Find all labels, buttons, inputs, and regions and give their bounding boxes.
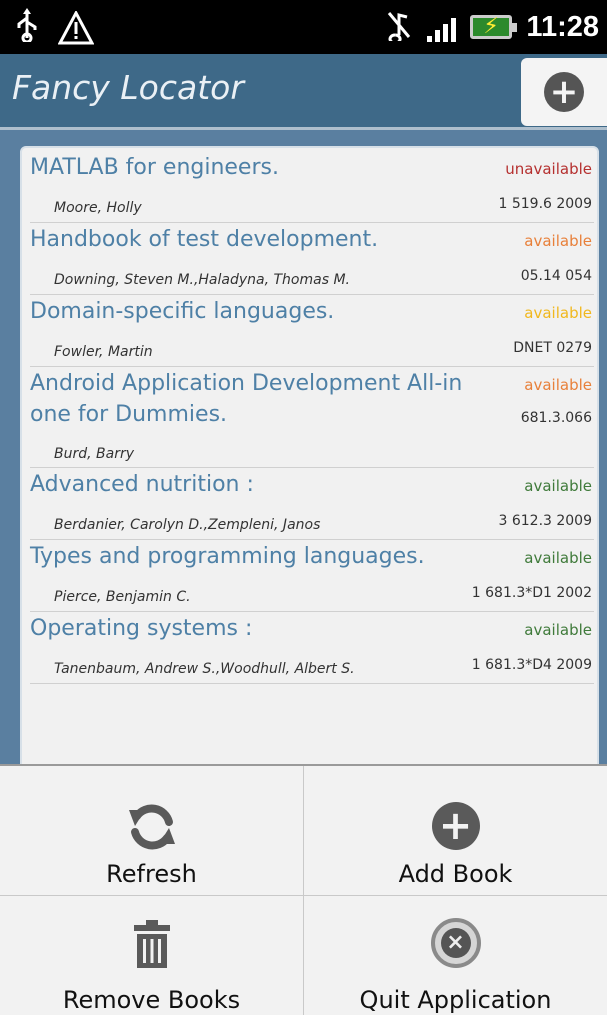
status-badge: available: [524, 477, 592, 495]
list-item[interactable]: Android Application Development All-in o…: [30, 368, 594, 468]
book-author: Fowler, Martin: [54, 344, 153, 360]
remove-books-button[interactable]: Remove Books: [0, 896, 303, 1015]
book-author: Burd, Barry: [54, 446, 135, 462]
call-number: 3 612.3 2009: [498, 513, 592, 529]
book-list[interactable]: MATLAB for engineers. unavailable Moore,…: [20, 146, 599, 786]
call-number: 1 681.3*D4 2009: [471, 657, 592, 673]
status-badge: available: [524, 304, 592, 322]
action-bar: Fancy Locator +: [0, 54, 607, 130]
list-item[interactable]: Operating systems : available Tanenbaum,…: [30, 613, 594, 684]
call-number: 1 519.6 2009: [498, 196, 592, 212]
book-title: Advanced nutrition :: [30, 472, 254, 497]
usb-icon: [14, 8, 40, 51]
book-author: Moore, Holly: [54, 200, 142, 216]
quit-application-button[interactable]: × Quit Application: [304, 896, 607, 1015]
plus-circle-icon: +: [544, 72, 584, 112]
close-circle-icon: ×: [430, 918, 481, 968]
warning-icon: [57, 9, 95, 49]
call-number: 05.14 054: [520, 268, 592, 284]
book-title: Types and programming languages.: [30, 544, 425, 569]
mute-icon: [385, 9, 413, 45]
call-number: 1 681.3*D1 2002: [471, 585, 592, 601]
status-bar: ⚡ 11:28: [0, 0, 607, 54]
options-menu: Refresh + Add Book Remove Books × Quit A…: [0, 764, 607, 1015]
book-author: Tanenbaum, Andrew S.,Woodhull, Albert S.: [54, 661, 355, 677]
status-badge: available: [524, 549, 592, 567]
battery-icon: ⚡: [470, 14, 518, 39]
add-book-button[interactable]: + Add Book: [304, 766, 607, 890]
menu-item-label: Quit Application: [359, 986, 552, 1014]
book-title: MATLAB for engineers.: [30, 155, 279, 180]
list-item[interactable]: Types and programming languages. availab…: [30, 541, 594, 612]
call-number: 681.3.066: [520, 410, 592, 426]
book-title: Handbook of test development.: [30, 227, 379, 252]
status-badge: available: [524, 232, 592, 250]
list-item[interactable]: Handbook of test development. available …: [30, 224, 594, 295]
status-badge: unavailable: [505, 160, 592, 178]
menu-item-label: Remove Books: [62, 986, 241, 1014]
app-title: Fancy Locator: [12, 68, 244, 107]
list-item[interactable]: Advanced nutrition : available Berdanier…: [30, 469, 594, 540]
clock: 11:28: [526, 11, 599, 43]
plus-circle-icon: +: [431, 802, 480, 850]
book-author: Pierce, Benjamin C.: [54, 589, 191, 605]
menu-item-label: Refresh: [106, 860, 197, 888]
status-badge: available: [524, 621, 592, 639]
refresh-button[interactable]: Refresh: [0, 766, 303, 890]
book-title: Android Application Development All-in o…: [30, 371, 463, 427]
signal-icon: [427, 12, 457, 42]
book-title: Operating systems :: [30, 616, 253, 641]
trash-icon: [0, 920, 303, 968]
book-author: Downing, Steven M.,Haladyna, Thomas M.: [54, 272, 350, 288]
list-item[interactable]: Domain-specific languages. available Fow…: [30, 296, 594, 367]
book-title: Domain-specific languages.: [30, 299, 335, 324]
list-item[interactable]: MATLAB for engineers. unavailable Moore,…: [30, 152, 594, 223]
menu-item-label: Add Book: [398, 860, 513, 888]
status-badge: available: [524, 376, 592, 394]
book-author: Berdanier, Carolyn D.,Zempleni, Janos: [54, 517, 321, 533]
add-book-action-button[interactable]: +: [521, 58, 607, 126]
call-number: DNET 0279: [513, 340, 592, 356]
refresh-icon: [0, 800, 303, 854]
